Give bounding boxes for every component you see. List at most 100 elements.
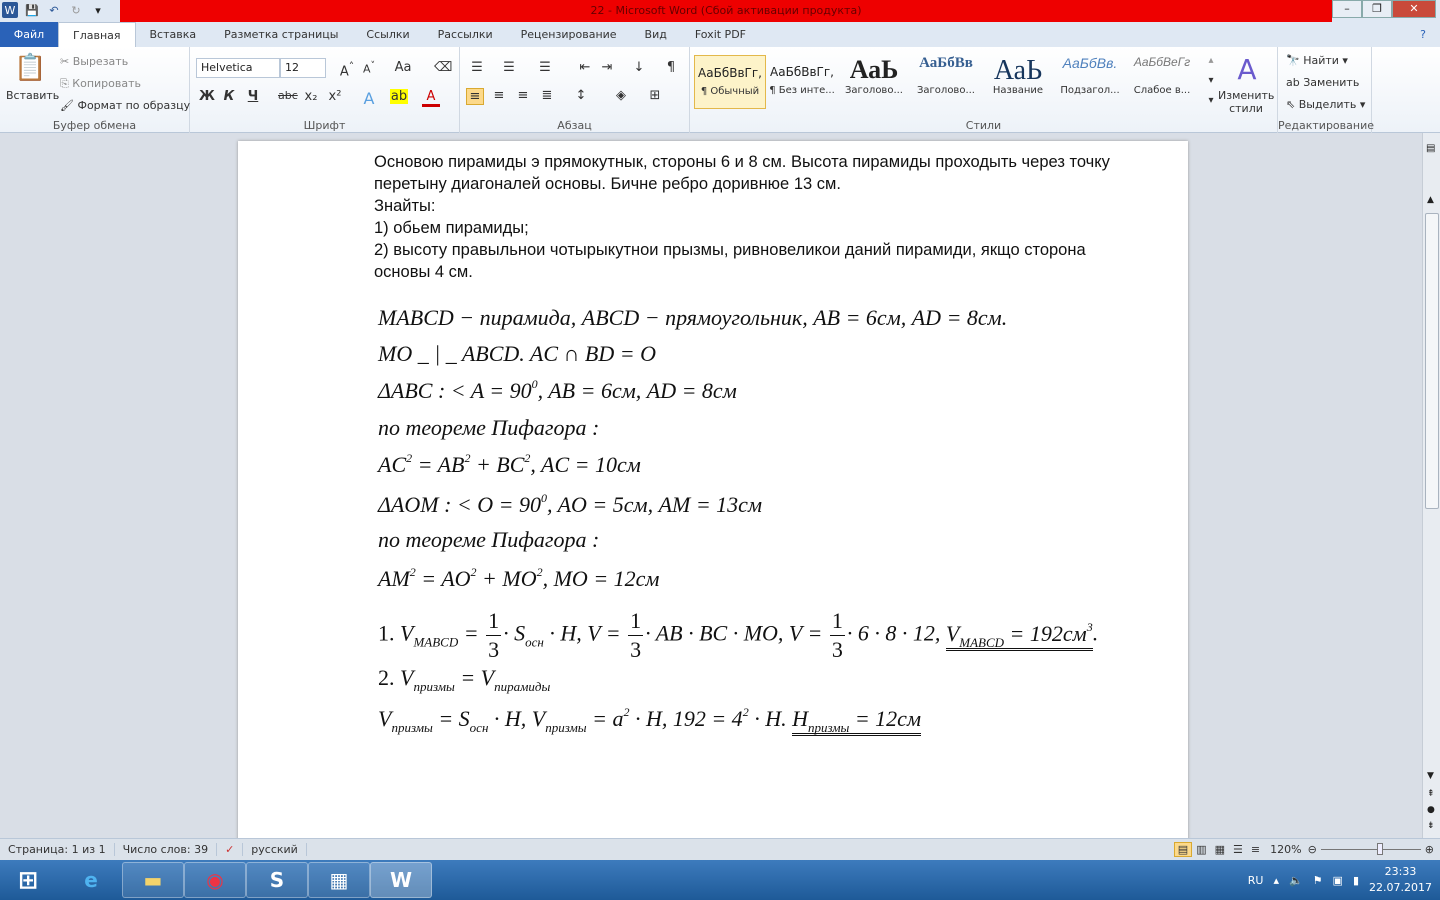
tab-insert[interactable]: Вставка <box>136 22 211 47</box>
maximize-button[interactable]: ❐ <box>1362 0 1392 18</box>
input-language[interactable]: RU <box>1248 874 1264 887</box>
previous-page-icon[interactable]: ⇞ <box>1427 789 1435 799</box>
show-marks-icon[interactable]: ¶ <box>662 60 680 75</box>
customize-toolbar-icon[interactable]: ▾ <box>90 2 106 18</box>
text-effects-icon[interactable]: A <box>360 89 378 108</box>
tab-references[interactable]: Ссылки <box>352 22 423 47</box>
increase-indent-icon[interactable]: ⇥ <box>598 60 616 75</box>
replace-button[interactable]: ab Заменить <box>1286 76 1359 89</box>
problem-text[interactable]: Основою пирамиды э прямокутнык, стороны … <box>374 151 1114 283</box>
word-count[interactable]: Число слов: 39 <box>115 843 218 856</box>
cut-button[interactable]: ✂ Вырезать <box>60 55 128 68</box>
page-count[interactable]: Страница: 1 из 1 <box>0 843 115 856</box>
math-line[interactable]: по теореме Пифагора : <box>378 527 599 553</box>
change-styles-icon[interactable]: A <box>1232 53 1262 86</box>
tab-home[interactable]: Главная <box>58 22 136 47</box>
styles-scroll-down-icon[interactable]: ▾ <box>1202 75 1220 86</box>
bullets-icon[interactable]: ☰ <box>468 60 486 75</box>
chrome-icon[interactable]: ◉ <box>184 862 246 898</box>
subscript-icon[interactable]: x₂ <box>302 89 320 104</box>
math-line[interactable]: 1. VMABCD = 1 3 · Sосн · H, V = 1 3 · AB · B… <box>378 607 1098 664</box>
paste-button[interactable]: Вставить <box>6 89 59 102</box>
line-spacing-icon[interactable]: ↕ <box>572 88 590 103</box>
format-painter-button[interactable]: 🖌 Формат по образцу <box>60 99 190 112</box>
next-page-icon[interactable]: ⇟ <box>1427 821 1435 831</box>
highlight-icon[interactable]: ab <box>390 89 408 104</box>
draft-view-icon[interactable]: ≡ <box>1247 843 1264 856</box>
font-name-select[interactable]: Helvetica <box>196 58 280 78</box>
action-center-flag-icon[interactable]: ⚑ <box>1313 874 1323 887</box>
save-icon[interactable]: 💾 <box>24 2 40 18</box>
full-screen-view-icon[interactable]: ▥ <box>1192 843 1210 856</box>
scroll-down-icon[interactable]: ▼ <box>1427 771 1434 781</box>
math-line[interactable]: Vпризмы = Sосн · H, Vпризмы = a2 · H, 19… <box>378 705 921 736</box>
scrollbar-thumb[interactable] <box>1425 213 1439 509</box>
shrink-font-icon[interactable]: A˅ <box>360 60 378 76</box>
redo-icon[interactable]: ↻ <box>68 2 84 18</box>
tab-review[interactable]: Рецензирование <box>507 22 631 47</box>
tab-page-layout[interactable]: Разметка страницы <box>210 22 352 47</box>
change-styles-button[interactable]: Изменить стили <box>1218 89 1274 115</box>
style-1[interactable]: АаБбВвГг, ¶ Без инте... <box>766 55 838 109</box>
internet-explorer-icon[interactable]: e <box>60 862 122 898</box>
file-explorer-icon[interactable]: ▬ <box>122 862 184 898</box>
italic-button[interactable]: К <box>220 89 238 104</box>
browse-object-icon[interactable]: ● <box>1427 805 1435 815</box>
calculator-icon[interactable]: ▦ <box>308 862 370 898</box>
network-icon[interactable]: ▣ <box>1333 874 1343 887</box>
minimize-button[interactable]: – <box>1332 0 1362 18</box>
help-icon[interactable]: ? <box>1406 22 1440 47</box>
word-taskbar-icon[interactable]: W <box>370 862 432 898</box>
decrease-indent-icon[interactable]: ⇤ <box>576 60 594 75</box>
clock[interactable]: 23:33 22.07.2017 <box>1369 864 1432 896</box>
ruler-toggle-icon[interactable]: ▤ <box>1426 143 1435 154</box>
volume-icon[interactable]: 🔈 <box>1289 874 1303 887</box>
clear-formatting-icon[interactable]: ⌫ <box>434 60 452 75</box>
strikethrough-button[interactable]: abc <box>278 89 298 102</box>
zoom-slider[interactable] <box>1320 843 1421 855</box>
underline-button[interactable]: Ч <box>244 89 262 104</box>
document-page[interactable]: Основою пирамиды э прямокутнык, стороны … <box>238 141 1188 851</box>
battery-icon[interactable]: ▮ <box>1353 874 1359 887</box>
scroll-up-icon[interactable]: ▲ <box>1427 195 1434 205</box>
multilevel-list-icon[interactable]: ☰ <box>536 60 554 75</box>
style-6[interactable]: АаБбВеГг Слабое в... <box>1126 55 1198 109</box>
justify-icon[interactable]: ≣ <box>538 88 556 103</box>
sort-icon[interactable]: ↓ <box>630 60 648 75</box>
show-hidden-icons-icon[interactable]: ▴ <box>1273 874 1279 887</box>
zoom-level[interactable]: 120% <box>1264 843 1307 856</box>
zoom-out-icon[interactable]: ⊖ <box>1308 843 1317 856</box>
web-layout-view-icon[interactable]: ▦ <box>1211 843 1229 856</box>
bold-button[interactable]: Ж <box>198 89 216 104</box>
tab-foxit-pdf[interactable]: Foxit PDF <box>681 22 760 47</box>
borders-icon[interactable]: ⊞ <box>646 88 664 103</box>
styles-scroll-up-icon[interactable]: ▴ <box>1202 55 1220 66</box>
tab-file[interactable]: Файл <box>0 22 58 47</box>
style-3[interactable]: АаБбВв Заголово... <box>910 55 982 109</box>
style-2[interactable]: АаЬ Заголово... <box>838 55 910 109</box>
zoom-in-icon[interactable]: ⊕ <box>1425 843 1434 856</box>
font-size-select[interactable]: 12 <box>280 58 326 78</box>
style-0[interactable]: АаБбВвГг, ¶ Обычный <box>694 55 766 109</box>
math-line[interactable]: ΔABC : < A = 900, AB = 6см, AD = 8см <box>378 377 737 404</box>
align-right-icon[interactable]: ≡ <box>514 88 532 103</box>
change-case-icon[interactable]: Aa <box>394 60 412 75</box>
math-line[interactable]: MO _ | _ ABCD. AC ∩ BD = O <box>378 341 656 367</box>
print-layout-view-icon[interactable]: ▤ <box>1173 842 1193 857</box>
start-button[interactable]: ⊞ <box>2 862 54 898</box>
outline-view-icon[interactable]: ☰ <box>1229 843 1247 856</box>
numbering-icon[interactable]: ☰ <box>500 60 518 75</box>
tab-mailings[interactable]: Рассылки <box>424 22 507 47</box>
language-indicator[interactable]: русский <box>243 843 307 856</box>
copy-button[interactable]: ⎘ Копировать <box>60 77 141 91</box>
align-center-icon[interactable]: ≡ <box>490 88 508 103</box>
style-5[interactable]: АаБбВв. Подзагол... <box>1054 55 1126 109</box>
style-4[interactable]: АаЬ Название <box>982 55 1054 109</box>
vertical-scrollbar[interactable]: ▤ ▲ ▼ ⇞ ● ⇟ <box>1422 133 1440 838</box>
proofing-icon[interactable]: ✓ <box>217 843 244 856</box>
skype-icon[interactable]: S <box>246 862 308 898</box>
shading-icon[interactable]: ◈ <box>612 88 630 103</box>
grow-font-icon[interactable]: A˄ <box>338 60 356 79</box>
close-button[interactable]: ✕ <box>1392 0 1436 18</box>
math-line[interactable]: 2. Vпризмы = Vпирамиды <box>378 665 550 695</box>
